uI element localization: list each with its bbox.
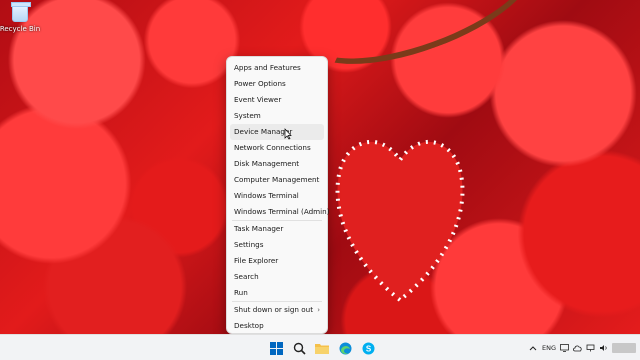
winx-context-menu: Apps and Features Power Options Event Vi… (226, 56, 330, 334)
file-explorer-icon (315, 344, 329, 354)
menu-item-file-explorer[interactable]: File Explorer (230, 253, 324, 269)
taskbar-pinned-apps: S (266, 338, 378, 358)
start-button[interactable] (266, 338, 286, 358)
taskbar-file-explorer-button[interactable] (312, 338, 332, 358)
menu-item-label: Shut down or sign out (234, 305, 314, 314)
menu-item-apps-and-features[interactable]: Apps and Features (230, 60, 324, 76)
wallpaper-heart (335, 140, 465, 303)
menu-item-shut-down-or-sign-out[interactable]: Shut down or sign out › (230, 302, 324, 318)
menu-item-windows-terminal-admin[interactable]: Windows Terminal (Admin) (230, 204, 330, 220)
skype-icon: S (362, 342, 374, 354)
menu-item-device-manager[interactable]: Device Manager (230, 124, 324, 140)
menu-item-network-connections[interactable]: Network Connections (230, 140, 324, 156)
menu-item-event-viewer[interactable]: Event Viewer (230, 92, 324, 108)
system-tray: ENG (529, 335, 636, 360)
edge-icon (339, 342, 351, 354)
network-icon[interactable] (586, 344, 595, 353)
recycle-bin-glyph (11, 2, 31, 22)
menu-item-system[interactable]: System (230, 108, 324, 124)
wallpaper-cord (291, 0, 549, 89)
taskbar-search-button[interactable] (289, 338, 309, 358)
clock-redacted[interactable] (612, 343, 636, 353)
search-icon (293, 342, 306, 355)
chevron-right-icon: › (317, 306, 320, 314)
recycle-bin-label: Recycle Bin (0, 25, 41, 33)
recycle-bin-icon[interactable]: Recycle Bin (0, 2, 41, 42)
taskbar-edge-button[interactable] (335, 338, 355, 358)
menu-item-task-manager[interactable]: Task Manager (230, 221, 324, 237)
display-icon[interactable] (560, 344, 569, 353)
menu-item-search[interactable]: Search (230, 269, 324, 285)
svg-text:S: S (365, 344, 371, 353)
windows-start-icon (269, 341, 283, 355)
menu-item-computer-management[interactable]: Computer Management (230, 172, 324, 188)
menu-item-desktop[interactable]: Desktop (230, 318, 324, 334)
chevron-up-icon[interactable] (529, 344, 538, 353)
taskbar-skype-button[interactable]: S (358, 338, 378, 358)
mouse-cursor-icon (284, 128, 292, 140)
menu-item-windows-terminal[interactable]: Windows Terminal (230, 188, 324, 204)
cloud-icon[interactable] (573, 344, 582, 353)
menu-item-settings[interactable]: Settings (230, 237, 324, 253)
menu-item-run[interactable]: Run (230, 285, 324, 301)
menu-item-power-options[interactable]: Power Options (230, 76, 324, 92)
menu-item-disk-management[interactable]: Disk Management (230, 156, 324, 172)
language-indicator[interactable]: ENG (542, 344, 556, 352)
taskbar: S ENG (0, 334, 640, 360)
volume-icon[interactable] (599, 344, 608, 353)
